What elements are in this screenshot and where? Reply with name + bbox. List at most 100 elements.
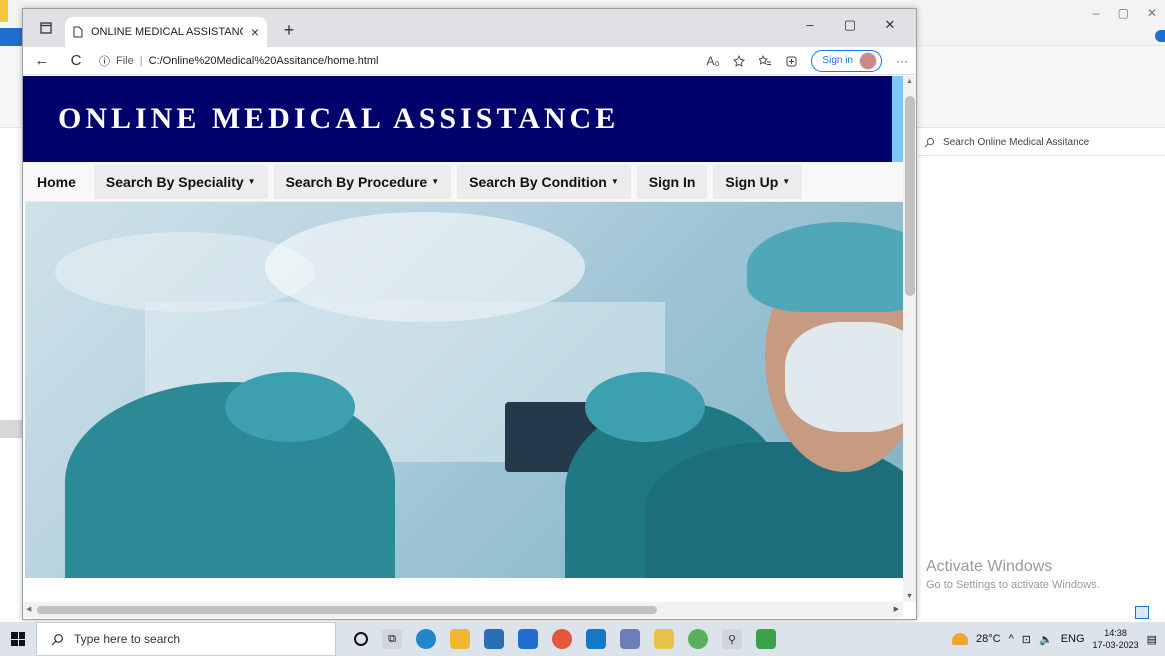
scroll-left-icon[interactable]: ◀: [26, 605, 31, 613]
background-window-controls: – ▢ ✕: [1093, 6, 1165, 20]
nav-search-by-condition[interactable]: Search By Condition ▼: [457, 164, 631, 199]
search-icon: [51, 633, 63, 645]
page-viewport: ONLINE MEDICAL ASSISTANCE Home Search By…: [23, 76, 903, 602]
more-menu-button[interactable]: ···: [896, 54, 908, 68]
activate-windows-watermark: Activate Windows Go to Settings to activ…: [926, 558, 1100, 591]
address-bar: ← C ⓘ File | C:/Online%20Medical%20Assit…: [23, 47, 916, 75]
background-app-icon: [0, 0, 8, 22]
language-indicator[interactable]: ENG: [1061, 633, 1085, 645]
site-title: ONLINE MEDICAL ASSISTANCE: [58, 102, 620, 135]
scroll-right-icon[interactable]: ▶: [894, 605, 899, 613]
background-search-field[interactable]: Search Online Medical Assitance: [918, 130, 1165, 156]
weather-icon[interactable]: [952, 633, 969, 645]
start-button[interactable]: [0, 622, 36, 656]
info-icon[interactable]: ⓘ: [99, 53, 110, 69]
background-app-tab: [0, 28, 22, 46]
avatar: [859, 51, 877, 70]
taskbar-pinned-apps: ⧉ ⚲: [354, 629, 776, 649]
scroll-down-icon[interactable]: ▼: [906, 593, 913, 600]
file-explorer-icon[interactable]: [450, 629, 470, 649]
tab-actions-icon: [40, 22, 52, 34]
taskbar-search-placeholder: Type here to search: [74, 632, 181, 646]
site-navbar: Home Search By Speciality ▼ Search By Pr…: [23, 162, 903, 202]
browser-tab-active[interactable]: ONLINE MEDICAL ASSISTANCE - ×: [65, 17, 267, 47]
page-accent-strip: [892, 76, 903, 162]
caret-down-icon: ▼: [610, 177, 619, 186]
cortana-icon[interactable]: [354, 632, 368, 646]
nav-sign-in[interactable]: Sign In: [636, 164, 708, 199]
mail-icon[interactable]: [518, 629, 538, 649]
tab-actions-button[interactable]: [31, 13, 61, 43]
horizontal-scrollbar[interactable]: ◀ ▶: [23, 602, 903, 618]
background-close-button[interactable]: ✕: [1147, 6, 1157, 20]
maximize-button[interactable]: ▢: [830, 17, 870, 33]
edge-browser-icon[interactable]: [416, 629, 436, 649]
caret-down-icon: ▼: [782, 177, 791, 186]
sign-in-label: Sign in: [822, 55, 853, 66]
collections-icon[interactable]: [785, 55, 797, 67]
background-app-badge: [1155, 30, 1165, 42]
add-favorite-icon[interactable]: [733, 54, 746, 67]
favorites-icon[interactable]: [759, 54, 772, 67]
task-view-icon[interactable]: ⧉: [382, 629, 402, 649]
read-aloud-icon[interactable]: A₀: [706, 54, 719, 68]
profile-sign-in-button[interactable]: Sign in: [811, 49, 882, 72]
clock[interactable]: 14:38 17-03-2023: [1093, 627, 1139, 651]
windows-logo-icon: [11, 632, 25, 646]
nav-condition-label: Search By Condition: [469, 173, 607, 190]
site-header: ONLINE MEDICAL ASSISTANCE: [23, 76, 903, 162]
nav-home[interactable]: Home: [25, 164, 88, 199]
page-icon: [73, 26, 83, 38]
nav-sign-in-label: Sign In: [648, 173, 696, 190]
app-green-icon[interactable]: [688, 629, 708, 649]
vertical-scrollbar-thumb[interactable]: [905, 96, 915, 296]
app-green-square-icon[interactable]: [756, 629, 776, 649]
notifications-icon[interactable]: ▤: [1147, 633, 1157, 646]
url-separator: |: [139, 54, 143, 67]
activate-windows-subtitle: Go to Settings to activate Windows.: [926, 579, 1100, 591]
view-toggle-icon[interactable]: [1135, 606, 1149, 619]
vertical-scrollbar[interactable]: ▲ ▼: [903, 76, 916, 602]
nav-sign-up-label: Sign Up: [725, 173, 779, 190]
background-search-placeholder: Search Online Medical Assitance: [943, 137, 1090, 148]
new-tab-button[interactable]: +: [277, 20, 301, 41]
magnifier-icon[interactable]: ⚲: [722, 629, 742, 649]
background-maximize-button[interactable]: ▢: [1118, 6, 1129, 20]
volume-icon[interactable]: 🔈: [1039, 633, 1053, 646]
close-button[interactable]: ✕: [870, 17, 910, 33]
hero-image-surgeons: [25, 202, 903, 578]
browser-window-controls: – ▢ ✕: [790, 17, 910, 33]
chrome-icon[interactable]: [552, 629, 572, 649]
tab-close-button[interactable]: ×: [251, 24, 259, 40]
clock-date: 17-03-2023: [1092, 640, 1139, 650]
temperature[interactable]: 28°C: [976, 633, 1001, 645]
vscode-icon[interactable]: [586, 629, 606, 649]
chevron-up-icon[interactable]: ^: [1009, 633, 1014, 645]
system-tray: 28°C ^ ⊡ 🔈 ENG 14:38 17-03-2023 ▤: [952, 622, 1165, 656]
refresh-button[interactable]: C: [65, 52, 87, 69]
caret-down-icon: ▼: [247, 177, 256, 186]
horizontal-scrollbar-thumb[interactable]: [37, 606, 657, 614]
background-minimize-button[interactable]: –: [1093, 6, 1100, 20]
network-icon[interactable]: ⊡: [1022, 633, 1031, 646]
scroll-up-icon[interactable]: ▲: [906, 78, 913, 85]
url-field[interactable]: ⓘ File | C:/Online%20Medical%20Assitance…: [99, 49, 694, 73]
minimize-button[interactable]: –: [790, 17, 830, 33]
taskbar-search-box[interactable]: Type here to search: [36, 622, 336, 656]
activate-windows-title: Activate Windows: [926, 558, 1053, 575]
file-label: File: [116, 54, 134, 67]
nav-search-by-procedure[interactable]: Search By Procedure ▼: [273, 164, 452, 199]
browser-window: ONLINE MEDICAL ASSISTANCE - × + – ▢ ✕ ← …: [22, 8, 917, 620]
url-text: C:/Online%20Medical%20Assitance/home.htm…: [148, 54, 379, 67]
search-icon: [924, 137, 935, 148]
paint-icon[interactable]: [654, 629, 674, 649]
nav-search-by-speciality[interactable]: Search By Speciality ▼: [93, 164, 268, 199]
back-button[interactable]: ←: [31, 52, 53, 69]
surgical-mask: [785, 322, 903, 432]
browser-titlebar: ONLINE MEDICAL ASSISTANCE - × + – ▢ ✕: [23, 9, 916, 47]
notepad-icon[interactable]: [620, 629, 640, 649]
tab-title: ONLINE MEDICAL ASSISTANCE -: [91, 26, 243, 38]
store-icon[interactable]: [484, 629, 504, 649]
nav-sign-up[interactable]: Sign Up ▼: [713, 164, 803, 199]
surgical-cap: [585, 372, 705, 442]
